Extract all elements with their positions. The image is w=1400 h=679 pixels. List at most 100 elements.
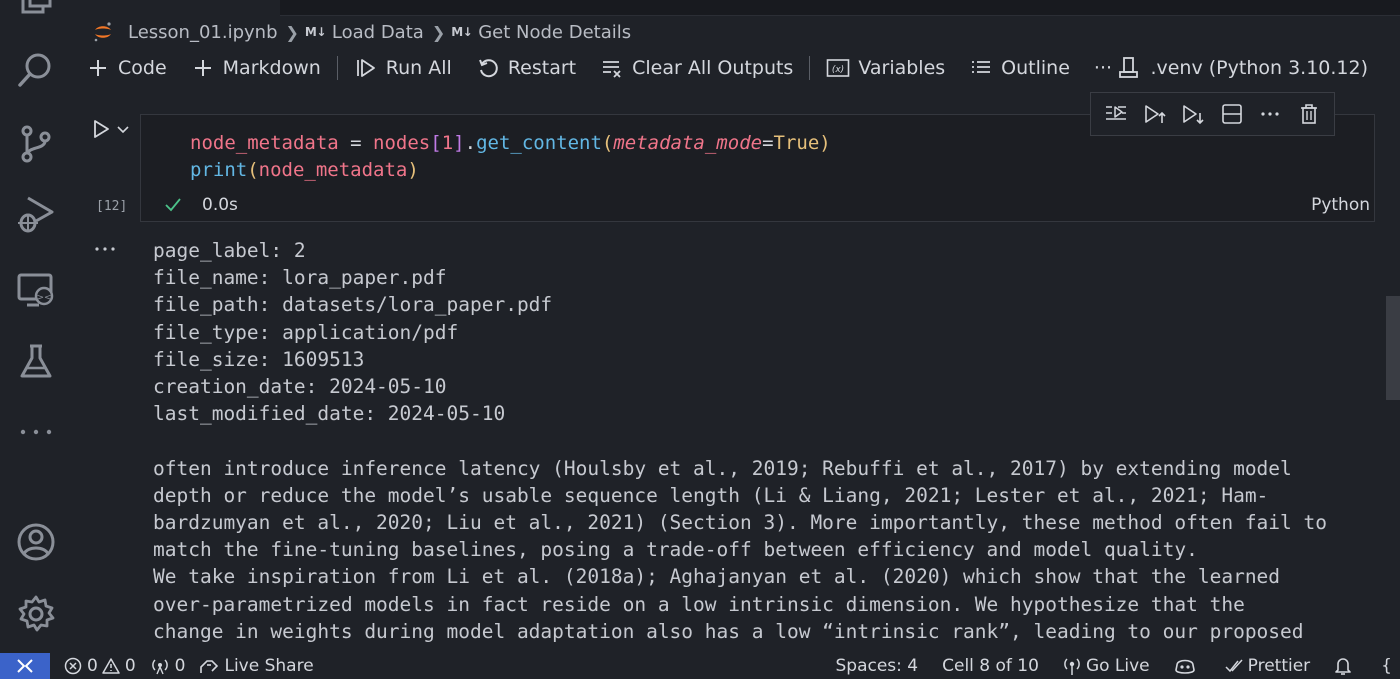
run-cell-button[interactable] [90,118,112,140]
add-markdown-cell-button[interactable]: Markdown [191,56,321,80]
breadcrumb-section-load-data[interactable]: M↓ Load Data [305,22,424,43]
broadcast-icon [151,659,168,675]
run-all-button[interactable]: Run All [354,56,452,80]
markdown-icon: M↓ [304,25,327,39]
split-cell-button[interactable] [1218,100,1246,128]
notebook-toolbar: Code Markdown Run All Restart Clear All … [86,52,1386,84]
status-bar-right: Spaces: 4 Cell 8 of 10 Go Live Prettier … [812,653,1393,679]
code-token: ) [407,159,419,181]
variables-button[interactable]: (x) Variables [826,56,945,80]
execute-above-cells-button[interactable] [1141,100,1169,128]
outline-label: Outline [1001,57,1070,79]
breadcrumb-section-node-details[interactable]: M↓ Get Node Details [451,22,631,43]
notifications-button[interactable] [1334,656,1357,676]
braces-label: { [1381,656,1392,676]
output-line: often introduce inference latency (Houls… [153,456,1292,480]
chevron-right-icon: ❯ [431,22,446,42]
explorer-icon[interactable] [14,0,58,22]
execute-above-button[interactable] [1102,100,1130,128]
toolbar-divider [336,56,338,80]
split-cell-icon [1221,104,1242,124]
code-line-2: print(node_metadata) [190,159,419,181]
go-live-button[interactable]: Go Live [1063,656,1150,676]
code-token: ( [247,159,259,181]
more-actions-icon: ··· [1093,57,1113,79]
run-options-chevron-icon[interactable] [116,122,130,136]
remote-indicator-button[interactable] [0,653,50,679]
vertical-scrollbar[interactable] [1386,296,1400,400]
code-token: ( [601,132,614,154]
variables-label: Variables [858,57,946,79]
code-token: ] [453,132,465,154]
more-views-icon[interactable] [14,410,58,454]
live-share-icon [200,660,219,673]
run-debug-icon[interactable] [14,192,58,236]
delete-cell-button[interactable] [1295,100,1323,128]
output-line: We take inspiration from Li et al. (2018… [153,565,1281,589]
live-share-button[interactable]: Live Share [199,656,314,676]
run-by-line-icon [1106,106,1127,120]
outline-button[interactable]: Outline [969,56,1070,80]
language-mode-button[interactable]: { [1381,656,1392,676]
output-line: last_modified_date: 2024-05-10 [153,402,506,426]
execution-count: [12] [96,199,128,214]
restart-button[interactable]: Restart [476,56,576,80]
more-actions-button[interactable]: ··· [1094,57,1112,79]
code-token: node_metadata [190,132,339,154]
kernel-picker[interactable]: .venv (Python 3.10.12) [1118,52,1368,84]
bell-icon [1335,658,1351,675]
prettier-button[interactable]: Prettier [1225,656,1310,676]
code-content[interactable]: node_metadata = nodes[1].get_content(met… [190,130,831,184]
ellipsis-icon [1261,112,1279,116]
problems-indicator[interactable]: 0 0 [64,656,136,676]
kernel-label: .venv (Python 3.10.12) [1150,57,1368,79]
run-below-icon [1183,105,1204,125]
chevron-right-icon: ❯ [285,22,299,42]
plus-icon [86,56,110,80]
breadcrumb-file[interactable]: Lesson_01.ipynb [92,21,278,43]
copilot-button[interactable] [1174,656,1201,676]
code-token: 1 [441,132,454,154]
add-code-cell-button[interactable]: Code [86,56,167,80]
active-editor-tab[interactable] [72,0,280,16]
outline-list-icon [969,56,993,80]
indentation-indicator[interactable]: Spaces: 4 [836,656,919,676]
testing-icon[interactable] [14,340,58,384]
cell-position-indicator[interactable]: Cell 8 of 10 [942,656,1039,676]
svg-text:><: >< [36,293,51,303]
execute-below-cells-button[interactable] [1179,100,1207,128]
ports-indicator[interactable]: 0 [150,656,185,676]
cell-more-button[interactable] [1256,100,1284,128]
plus-icon [191,56,215,80]
run-all-label: Run All [385,57,452,79]
code-line-1: node_metadata = nodes[1].get_content(met… [190,132,831,154]
double-check-icon [1225,659,1243,673]
run-above-icon [1144,105,1166,123]
output-more-button[interactable] [94,238,116,259]
status-bar: 0 0 0 Live Share Spaces: 4 Cell 8 of 10 … [0,653,1400,679]
code-token: True [773,132,820,154]
code-token: = [762,132,774,154]
activity-bar: >< [0,0,72,653]
remote-explorer-icon[interactable]: >< [14,268,58,312]
source-control-icon[interactable] [14,122,58,166]
settings-gear-icon[interactable] [14,592,58,636]
code-token: nodes [373,132,431,154]
run-all-icon [354,56,378,80]
play-icon [94,120,109,138]
cell-position-label: Cell 8 of 10 [942,656,1039,676]
cell-language-picker[interactable]: Python [1311,195,1370,215]
error-count: 0 [87,656,98,676]
jupyter-icon [94,22,111,42]
cell-toolbar [1090,92,1335,136]
warning-icon [102,658,120,674]
code-token: = [338,132,374,154]
clear-all-outputs-button[interactable]: Clear All Outputs [600,56,793,80]
code-token: ) [819,132,831,154]
breadcrumb: Lesson_01.ipynb ❯ M↓ Load Data ❯ M↓ Get … [92,20,631,44]
accounts-icon[interactable] [14,520,58,564]
execution-time: 0.0s [202,195,238,215]
output-line: change in weights during model adaptatio… [153,619,1304,643]
live-share-label: Live Share [224,656,314,676]
search-icon[interactable] [14,48,58,92]
